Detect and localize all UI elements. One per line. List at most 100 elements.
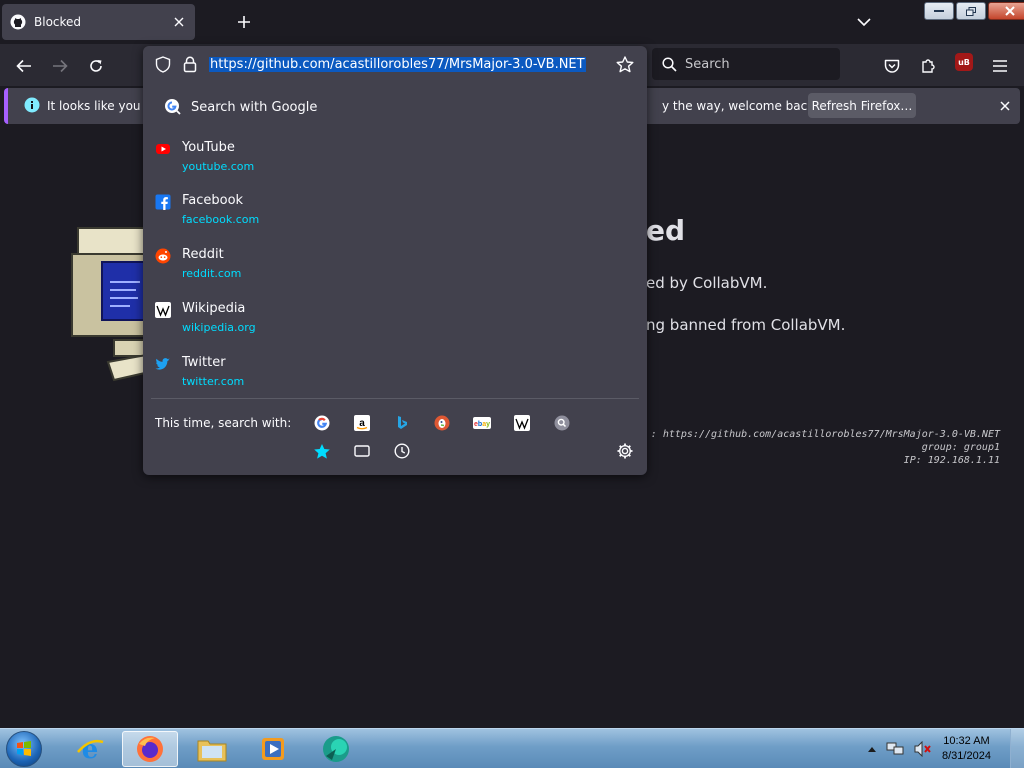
tab-title: Blocked bbox=[34, 15, 82, 29]
google-icon[interactable] bbox=[313, 414, 331, 432]
media-player-icon bbox=[262, 738, 284, 760]
list-item-youtube[interactable]: YouTube youtube.com bbox=[155, 136, 635, 186]
lock-icon[interactable] bbox=[183, 56, 197, 73]
bookmarks-star-icon[interactable] bbox=[313, 442, 331, 460]
window-controls bbox=[924, 2, 1024, 20]
site-domain: youtube.com bbox=[182, 160, 255, 173]
taskbar-app[interactable] bbox=[308, 731, 364, 767]
plus-icon bbox=[238, 16, 250, 28]
list-item-reddit[interactable]: Reddit reddit.com bbox=[155, 243, 635, 293]
taskbar-firefox[interactable] bbox=[122, 731, 178, 767]
close-tab-icon[interactable] bbox=[169, 12, 189, 32]
search-settings-gear-icon[interactable] bbox=[616, 442, 634, 460]
block-info-group: group: group1 bbox=[921, 442, 1000, 453]
notification-text-continued: y the way, welcome back! bbox=[662, 99, 820, 113]
new-tab-button[interactable] bbox=[232, 10, 256, 34]
volume-muted-icon[interactable] bbox=[914, 741, 932, 757]
forward-button[interactable] bbox=[47, 53, 73, 79]
tabs-icon[interactable] bbox=[353, 442, 371, 460]
pocket-icon bbox=[884, 59, 900, 73]
taskbar-media-player[interactable] bbox=[245, 731, 301, 767]
block-info-url: : https://github.com/acastillorobles77/M… bbox=[650, 429, 1000, 440]
list-item-twitter[interactable]: Twitter twitter.com bbox=[155, 351, 635, 401]
system-tray bbox=[868, 741, 932, 757]
search-with-google-row[interactable]: Search with Google bbox=[155, 98, 317, 116]
wikipedia-icon[interactable] bbox=[513, 414, 531, 432]
back-arrow-icon bbox=[16, 59, 31, 73]
reload-button[interactable] bbox=[83, 53, 109, 79]
wikipedia-icon bbox=[155, 302, 171, 318]
minimize-button[interactable] bbox=[924, 2, 954, 20]
this-time-search-with-label: This time, search with: bbox=[155, 416, 292, 430]
show-hidden-icons-arrow-icon[interactable] bbox=[868, 746, 876, 752]
page-message-line-1: ed by CollabVM. bbox=[646, 274, 768, 292]
info-icon bbox=[24, 97, 40, 113]
list-item-facebook[interactable]: Facebook facebook.com bbox=[155, 189, 635, 239]
dropdown-divider bbox=[151, 398, 639, 399]
firefox-icon bbox=[137, 736, 163, 762]
site-name: Facebook bbox=[182, 193, 244, 208]
start-button[interactable] bbox=[6, 731, 42, 767]
svg-text:e: e bbox=[82, 735, 99, 764]
ebay-icon[interactable]: ebay bbox=[473, 414, 491, 432]
search-placeholder: Search bbox=[685, 56, 730, 72]
tab-strip: Blocked bbox=[0, 0, 1024, 44]
hamburger-menu-icon bbox=[993, 60, 1007, 72]
list-all-tabs-button[interactable] bbox=[852, 10, 876, 34]
clock-date: 8/31/2024 bbox=[942, 750, 991, 762]
taskbar: e 10:32 AM 8/31/2024 bbox=[0, 728, 1024, 768]
back-button[interactable] bbox=[11, 53, 37, 79]
page-title: ed bbox=[646, 214, 686, 247]
close-window-button[interactable] bbox=[988, 2, 1024, 20]
tab-blocked[interactable]: Blocked bbox=[2, 4, 195, 40]
refresh-firefox-button[interactable]: Refresh Firefox… bbox=[808, 93, 916, 118]
github-favicon-icon bbox=[10, 14, 26, 30]
internet-explorer-icon: e bbox=[77, 735, 104, 764]
ublock-origin-icon[interactable]: uB bbox=[955, 53, 973, 71]
tracking-protection-shield-icon[interactable] bbox=[155, 56, 171, 73]
puzzle-piece-icon bbox=[922, 59, 935, 73]
site-domain: twitter.com bbox=[182, 375, 245, 388]
clock-time: 10:32 AM bbox=[943, 735, 990, 747]
taskbar-internet-explorer[interactable]: e bbox=[62, 731, 118, 767]
history-clock-icon[interactable] bbox=[393, 442, 411, 460]
svg-text:a: a bbox=[359, 418, 365, 429]
facebook-icon bbox=[155, 194, 171, 210]
page-message-line-2: ng banned from CollabVM. bbox=[646, 316, 846, 334]
windows-logo-icon bbox=[17, 741, 31, 756]
site-name: YouTube bbox=[182, 140, 235, 155]
site-name: Twitter bbox=[182, 355, 226, 370]
forward-arrow-icon bbox=[53, 59, 68, 73]
close-notification-icon[interactable] bbox=[996, 97, 1014, 115]
search-icon[interactable] bbox=[553, 414, 571, 432]
clock[interactable]: 10:32 AM 8/31/2024 bbox=[942, 734, 991, 764]
bing-icon[interactable] bbox=[393, 414, 411, 432]
reload-icon bbox=[90, 60, 102, 72]
app-icon bbox=[323, 736, 349, 762]
url-text[interactable]: https://github.com/acastillorobles77/Mrs… bbox=[209, 57, 586, 72]
amazon-icon[interactable]: a bbox=[353, 414, 371, 432]
restore-button[interactable] bbox=[956, 2, 986, 20]
list-item-wikipedia[interactable]: Wikipedia wikipedia.org bbox=[155, 297, 635, 347]
app-menu-button[interactable] bbox=[987, 53, 1013, 79]
site-name: Wikipedia bbox=[182, 301, 246, 316]
google-search-icon bbox=[164, 98, 182, 116]
pocket-button[interactable] bbox=[879, 53, 905, 79]
svg-text:ebay: ebay bbox=[474, 421, 490, 428]
show-desktop-button[interactable] bbox=[1010, 729, 1024, 768]
youtube-icon bbox=[155, 141, 171, 157]
site-domain: reddit.com bbox=[182, 267, 242, 280]
url-input-row[interactable]: https://github.com/acastillorobles77/Mrs… bbox=[143, 46, 647, 84]
network-icon[interactable] bbox=[886, 741, 904, 757]
bookmark-star-icon[interactable] bbox=[616, 56, 634, 73]
site-domain: facebook.com bbox=[182, 213, 260, 226]
extensions-button[interactable] bbox=[915, 53, 941, 79]
taskbar-file-explorer[interactable] bbox=[184, 731, 240, 767]
block-info: : https://github.com/acastillorobles77/M… bbox=[651, 428, 1000, 467]
site-name: Reddit bbox=[182, 247, 224, 262]
search-bar[interactable]: Search bbox=[652, 48, 840, 80]
twitter-icon bbox=[155, 356, 171, 372]
search-with-google-label: Search with Google bbox=[191, 99, 318, 115]
duckduckgo-icon[interactable] bbox=[433, 414, 451, 432]
site-domain: wikipedia.org bbox=[182, 321, 256, 334]
